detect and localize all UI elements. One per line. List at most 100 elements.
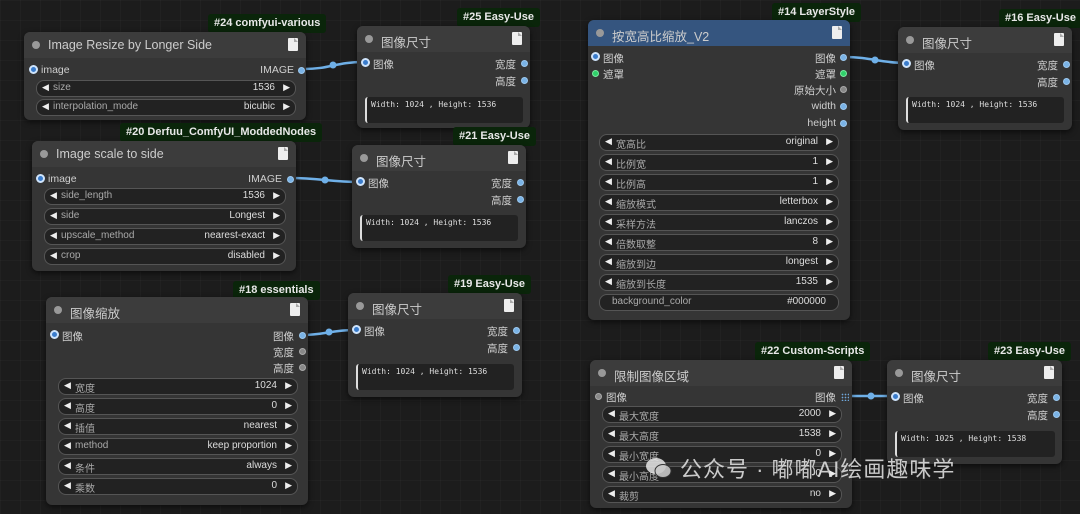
output-slot-image-list[interactable] <box>841 393 849 401</box>
node-header[interactable]: 限制图像区域 <box>590 360 852 386</box>
node-image-resize-longer-side[interactable]: Image Resize by Longer Side image IMAGE … <box>24 32 306 120</box>
increment-arrow-icon[interactable]: ▶ <box>285 460 292 471</box>
increment-arrow-icon[interactable]: ▶ <box>285 420 292 431</box>
input-slot-image[interactable] <box>36 174 45 183</box>
side-length-widget[interactable]: ◀ side_length 1536 ▶ <box>44 188 286 205</box>
round-multiple-widget[interactable]: ◀ 倍数取整 8 ▶ <box>599 234 839 251</box>
collapse-dot[interactable] <box>54 306 62 314</box>
background-color-field[interactable]: background_color #000000 <box>599 294 839 311</box>
decrement-arrow-icon[interactable]: ◀ <box>64 440 71 451</box>
decrement-arrow-icon[interactable]: ◀ <box>605 256 612 267</box>
input-slot-image[interactable] <box>50 330 59 339</box>
input-slot-image[interactable] <box>591 52 600 61</box>
decrement-arrow-icon[interactable]: ◀ <box>605 176 612 187</box>
output-slot-height[interactable] <box>840 120 847 127</box>
document-icon[interactable] <box>1054 33 1064 46</box>
node-image-size-25[interactable]: 图像尺寸 图像 宽度 高度 Width: 1024 , Height: 1536 <box>357 26 530 128</box>
decrement-arrow-icon[interactable]: ◀ <box>64 480 71 491</box>
document-icon[interactable] <box>290 303 300 316</box>
increment-arrow-icon[interactable]: ▶ <box>826 256 833 267</box>
collapse-dot[interactable] <box>596 29 604 37</box>
increment-arrow-icon[interactable]: ▶ <box>273 190 280 201</box>
output-slot-image[interactable] <box>299 332 306 339</box>
document-icon[interactable] <box>288 38 298 51</box>
collapse-dot[interactable] <box>598 369 606 377</box>
output-slot-image[interactable] <box>287 176 294 183</box>
decrement-arrow-icon[interactable]: ◀ <box>64 400 71 411</box>
increment-arrow-icon[interactable]: ▶ <box>829 408 836 419</box>
aspect-ratio-widget[interactable]: ◀ 宽高比 original ▶ <box>599 134 839 151</box>
collapse-dot[interactable] <box>40 150 48 158</box>
node-image-constrain[interactable]: 限制图像区域 图像 图像 ◀ 最大宽度 2000 ▶ ◀ 最大高度 1538 ▶… <box>590 360 852 508</box>
ratio-width-widget[interactable]: ◀ 比例宽 1 ▶ <box>599 154 839 171</box>
input-slot-image[interactable] <box>891 392 900 401</box>
decrement-arrow-icon[interactable]: ◀ <box>50 210 57 221</box>
input-slot-mask[interactable] <box>592 70 599 77</box>
collapse-dot[interactable] <box>365 35 373 43</box>
size-widget[interactable]: ◀ size 1536 ▶ <box>36 80 296 97</box>
max-height-widget[interactable]: ◀ 最大高度 1538 ▶ <box>602 426 842 443</box>
output-slot-image[interactable] <box>840 54 847 61</box>
input-slot-image[interactable] <box>361 58 370 67</box>
decrement-arrow-icon[interactable]: ◀ <box>608 488 615 499</box>
node-image-scale-to-side[interactable]: Image scale to side image IMAGE ◀ side_l… <box>32 141 296 271</box>
increment-arrow-icon[interactable]: ▶ <box>285 480 292 491</box>
increment-arrow-icon[interactable]: ▶ <box>283 101 290 112</box>
increment-arrow-icon[interactable]: ▶ <box>826 196 833 207</box>
output-slot-height[interactable] <box>517 196 524 203</box>
height-widget[interactable]: ◀ 高度 0 ▶ <box>58 398 298 415</box>
increment-arrow-icon[interactable]: ▶ <box>285 440 292 451</box>
decrement-arrow-icon[interactable]: ◀ <box>605 196 612 207</box>
output-slot-height[interactable] <box>299 364 306 371</box>
width-widget[interactable]: ◀ 宽度 1024 ▶ <box>58 378 298 395</box>
fit-mode-widget[interactable]: ◀ 缩放模式 letterbox ▶ <box>599 194 839 211</box>
crop-widget[interactable]: ◀ crop disabled ▶ <box>44 248 286 265</box>
node-header[interactable]: 图像尺寸 <box>352 145 526 171</box>
increment-arrow-icon[interactable]: ▶ <box>826 176 833 187</box>
increment-arrow-icon[interactable]: ▶ <box>285 380 292 391</box>
collapse-dot[interactable] <box>360 154 368 162</box>
node-header[interactable]: Image Resize by Longer Side <box>24 32 306 58</box>
output-slot-width[interactable] <box>1063 61 1070 68</box>
node-image-scale-essentials[interactable]: 图像缩放 图像 图像 宽度 高度 ◀ 宽度 1024 ▶ ◀ 高度 0 ▶ ◀ … <box>46 297 308 505</box>
node-header[interactable]: 图像尺寸 <box>357 26 530 52</box>
decrement-arrow-icon[interactable]: ◀ <box>605 136 612 147</box>
increment-arrow-icon[interactable]: ▶ <box>826 216 833 227</box>
increment-arrow-icon[interactable]: ▶ <box>283 82 290 93</box>
increment-arrow-icon[interactable]: ▶ <box>273 250 280 261</box>
output-slot-height[interactable] <box>521 77 528 84</box>
decrement-arrow-icon[interactable]: ◀ <box>608 468 615 479</box>
max-width-widget[interactable]: ◀ 最大宽度 2000 ▶ <box>602 406 842 423</box>
upscale-method-widget[interactable]: ◀ upscale_method nearest-exact ▶ <box>44 228 286 245</box>
collapse-dot[interactable] <box>32 41 40 49</box>
output-slot-width[interactable] <box>299 348 306 355</box>
ratio-height-widget[interactable]: ◀ 比例高 1 ▶ <box>599 174 839 191</box>
input-slot-image[interactable] <box>595 393 602 400</box>
scale-to-side-widget[interactable]: ◀ 缩放到边 longest ▶ <box>599 254 839 271</box>
collapse-dot[interactable] <box>356 302 364 310</box>
multiplier-widget[interactable]: ◀ 乘数 0 ▶ <box>58 478 298 495</box>
node-header[interactable]: 图像尺寸 <box>887 360 1062 386</box>
increment-arrow-icon[interactable]: ▶ <box>829 428 836 439</box>
input-slot-image[interactable] <box>352 325 361 334</box>
node-header[interactable]: 按宽高比缩放_V2 <box>588 20 850 46</box>
decrement-arrow-icon[interactable]: ◀ <box>64 420 71 431</box>
decrement-arrow-icon[interactable]: ◀ <box>605 276 612 287</box>
sampling-method-widget[interactable]: ◀ 采样方法 lanczos ▶ <box>599 214 839 231</box>
output-slot-mask[interactable] <box>840 70 847 77</box>
node-image-size-16[interactable]: 图像尺寸 图像 宽度 高度 Width: 1024 , Height: 1536 <box>898 27 1072 130</box>
node-image-size-23[interactable]: 图像尺寸 图像 宽度 高度 Width: 1025 , Height: 1538 <box>887 360 1062 464</box>
interpolation-widget[interactable]: ◀ 插值 nearest ▶ <box>58 418 298 435</box>
interpolation-mode-widget[interactable]: ◀ interpolation_mode bicubic ▶ <box>36 99 296 116</box>
node-header[interactable]: 图像尺寸 <box>348 293 522 319</box>
output-slot-width[interactable] <box>1053 394 1060 401</box>
node-header[interactable]: 图像缩放 <box>46 297 308 323</box>
output-slot-width[interactable] <box>521 60 528 67</box>
decrement-arrow-icon[interactable]: ◀ <box>608 448 615 459</box>
node-header[interactable]: 图像尺寸 <box>898 27 1072 53</box>
decrement-arrow-icon[interactable]: ◀ <box>64 460 71 471</box>
decrement-arrow-icon[interactable]: ◀ <box>42 101 49 112</box>
decrement-arrow-icon[interactable]: ◀ <box>50 250 57 261</box>
increment-arrow-icon[interactable]: ▶ <box>826 156 833 167</box>
scale-to-length-widget[interactable]: ◀ 缩放到长度 1535 ▶ <box>599 274 839 291</box>
